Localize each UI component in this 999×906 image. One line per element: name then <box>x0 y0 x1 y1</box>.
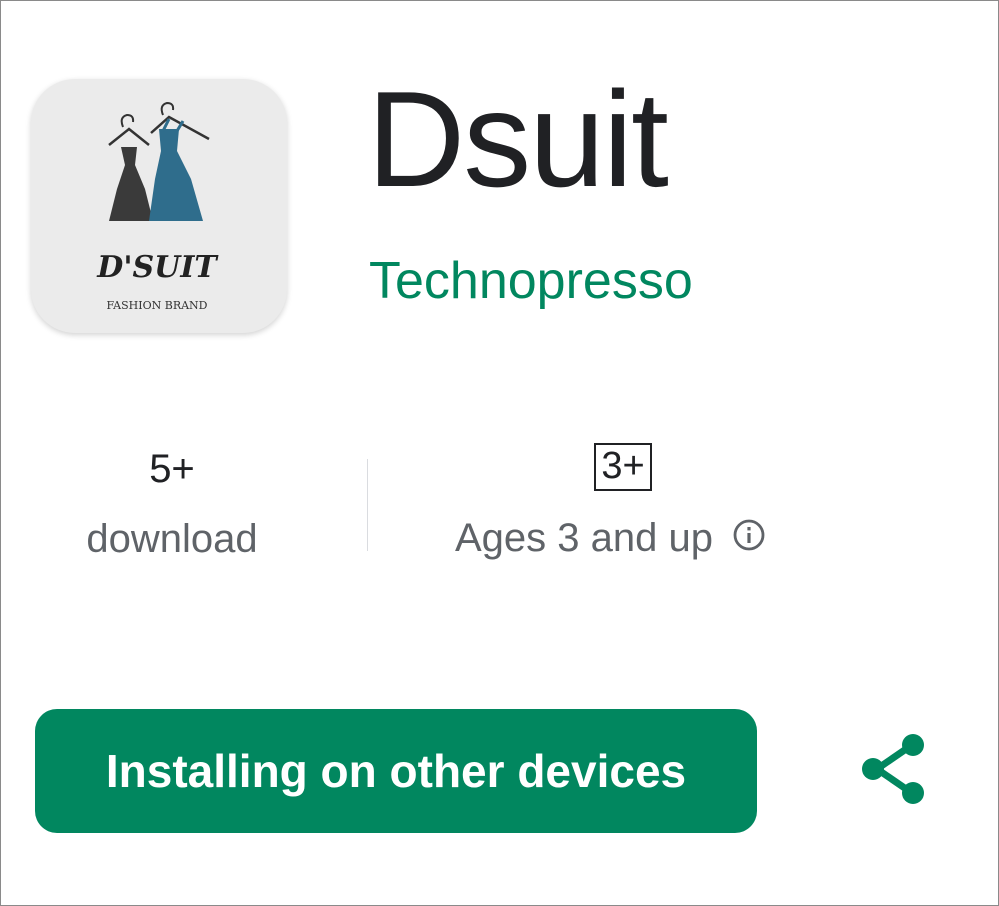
content-rating-badge: 3+ <box>594 443 652 491</box>
content-rating-stat: 3+ Ages 3 and up <box>431 443 791 558</box>
app-details-card: D'SUIT FASHION BRAND Dsuit Technopresso … <box>0 0 999 906</box>
downloads-value: 5+ <box>149 447 195 491</box>
content-rating-label: Ages 3 and up <box>455 515 713 560</box>
share-icon[interactable] <box>857 729 937 809</box>
app-icon: D'SUIT FASHION BRAND <box>31 79 287 333</box>
stats-divider <box>367 459 368 551</box>
app-title: Dsuit <box>367 63 669 215</box>
dsuit-logo-icon: D'SUIT FASHION BRAND <box>96 101 219 312</box>
svg-text:D'SUIT: D'SUIT <box>96 250 219 285</box>
svg-text:FASHION BRAND: FASHION BRAND <box>107 299 208 312</box>
developer-link[interactable]: Technopresso <box>369 255 693 307</box>
downloads-label: download <box>86 517 258 561</box>
info-icon[interactable] <box>731 517 767 558</box>
install-button[interactable]: Installing on other devices <box>35 709 757 833</box>
downloads-stat: 5+ download <box>61 449 283 559</box>
